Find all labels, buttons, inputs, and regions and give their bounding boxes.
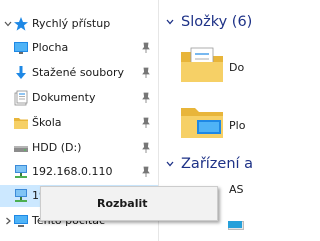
pin-icon[interactable] bbox=[140, 42, 152, 54]
group-header-devices[interactable]: Zařízení a bbox=[165, 156, 253, 172]
drive-capacity-fill bbox=[228, 221, 242, 228]
computer-icon bbox=[14, 215, 28, 227]
star-icon bbox=[14, 17, 28, 31]
context-menu-item-label: Rozbalit bbox=[97, 197, 148, 210]
pin-icon[interactable] bbox=[140, 67, 152, 79]
nav-item-label: Dokumenty bbox=[32, 91, 96, 104]
context-menu: Rozbalit bbox=[40, 186, 218, 221]
desktop-icon bbox=[14, 42, 28, 54]
group-title: Zařízení a bbox=[181, 156, 254, 172]
drive-tile-label[interactable]: AS bbox=[229, 183, 244, 196]
folder-icon bbox=[14, 118, 28, 129]
folder-tile[interactable]: Do bbox=[181, 44, 245, 94]
drive-icon bbox=[14, 146, 28, 152]
pin-icon[interactable] bbox=[140, 142, 152, 154]
folder-tile[interactable]: Plo bbox=[181, 100, 245, 150]
network-drive-icon bbox=[15, 165, 27, 178]
nav-item-label: HDD (D:) bbox=[32, 141, 82, 154]
nav-item-label: 192.168.0.110 bbox=[32, 165, 113, 178]
nav-item-label: Škola bbox=[32, 116, 62, 129]
nav-item-hdd[interactable]: HDD (D:) bbox=[0, 137, 158, 159]
nav-item-skola[interactable]: Škola bbox=[0, 112, 158, 134]
nav-item-label: Stažené soubory bbox=[32, 66, 124, 79]
nav-item-quick-access[interactable]: Rychlý přístup bbox=[0, 13, 158, 35]
group-header-folders[interactable]: Složky (6) bbox=[165, 14, 252, 30]
chevron-down-icon[interactable] bbox=[165, 159, 175, 169]
nav-item-label: Rychlý přístup bbox=[32, 17, 111, 30]
network-drive-icon bbox=[15, 189, 27, 202]
nav-item-dokumenty[interactable]: Dokumenty bbox=[0, 87, 158, 109]
downloads-icon bbox=[16, 66, 26, 79]
documents-folder-icon bbox=[181, 47, 223, 82]
chevron-down-icon[interactable] bbox=[3, 19, 13, 29]
nav-item-plocha[interactable]: Plocha bbox=[0, 37, 158, 59]
nav-item-network-location[interactable]: 192.168.0.110 bbox=[0, 161, 158, 183]
chevron-right-icon[interactable] bbox=[3, 216, 13, 226]
chevron-down-icon[interactable] bbox=[165, 17, 175, 27]
documents-icon bbox=[14, 90, 28, 106]
folder-tile-label: Do bbox=[229, 61, 245, 74]
desktop-folder-icon bbox=[181, 108, 223, 138]
pin-icon[interactable] bbox=[140, 92, 152, 104]
pin-icon[interactable] bbox=[140, 166, 152, 178]
pin-icon[interactable] bbox=[140, 117, 152, 129]
nav-item-stazene-soubory[interactable]: Stažené soubory bbox=[0, 62, 158, 84]
folder-tile-label: Plo bbox=[229, 119, 246, 132]
nav-item-label: Plocha bbox=[32, 41, 69, 54]
context-menu-expand[interactable]: Rozbalit bbox=[41, 187, 217, 220]
group-title: Složky (6) bbox=[181, 14, 253, 30]
